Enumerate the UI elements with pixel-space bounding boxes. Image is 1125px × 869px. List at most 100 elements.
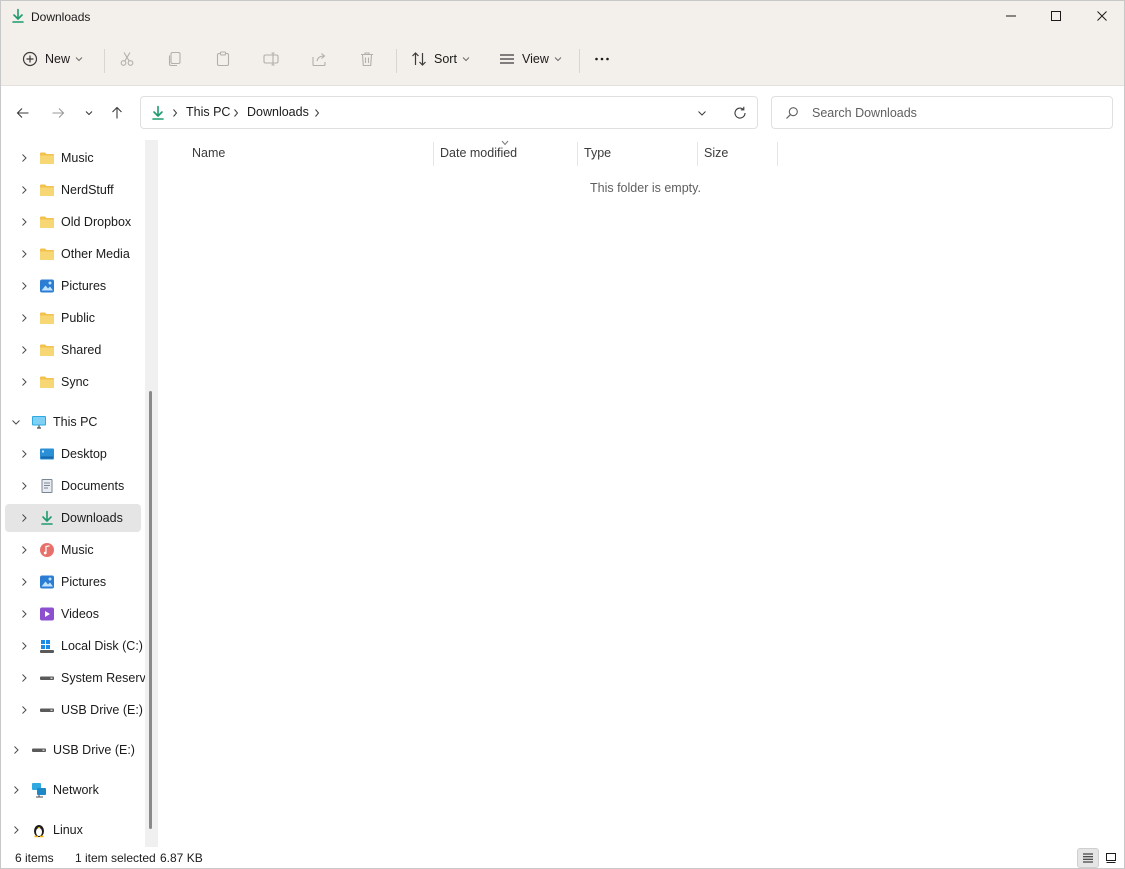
sidebar-item-videos[interactable]: Videos [5,600,141,628]
search-box [771,96,1113,129]
folder-icon [40,184,54,196]
cut-button[interactable] [118,44,136,74]
sidebar-item-pictures-pc[interactable]: Pictures [5,568,141,596]
sidebar-item-shared[interactable]: Shared [5,336,141,364]
more-options-button[interactable] [593,44,611,74]
chevron-right-icon[interactable] [19,249,29,259]
refresh-icon[interactable] [732,105,748,121]
sidebar-item-sync[interactable]: Sync [5,368,141,396]
sidebar-item-desktop[interactable]: Desktop [5,440,141,468]
details-view-button[interactable] [1077,848,1099,868]
address-bar[interactable]: This PC Downloads [140,96,758,129]
chevron-right-icon[interactable] [19,673,29,683]
search-input[interactable] [812,104,1102,122]
tiles-view-button[interactable] [1100,848,1122,868]
chevron-down-icon [462,57,470,62]
back-button[interactable] [11,101,35,125]
chevron-right-icon[interactable] [19,577,29,587]
more-icon [595,57,609,61]
music-icon [40,543,54,557]
column-header-date-modified[interactable]: Date modified [440,146,517,160]
up-button[interactable] [105,101,129,125]
rename-icon [263,52,279,66]
sidebar-item-music-pc[interactable]: Music [5,536,141,564]
chevron-right-icon[interactable] [19,185,29,195]
sidebar-item-usb-drive-e[interactable]: USB Drive (E:) [5,736,141,764]
sort-button[interactable]: Sort [410,44,470,74]
address-history-dropdown[interactable] [696,107,708,119]
documents-icon [41,479,53,493]
recent-locations-button[interactable] [77,101,101,125]
paste-icon [216,51,230,67]
copy-icon [168,51,181,67]
view-button[interactable]: View [498,44,562,74]
chevron-right-icon[interactable] [19,609,29,619]
close-icon [1097,11,1107,21]
column-header-type[interactable]: Type [584,146,611,160]
chevron-right-icon[interactable] [19,513,29,523]
sidebar-item-label: Local Disk (C:) [61,639,143,653]
delete-button[interactable] [358,44,376,74]
folder-icon [40,344,54,356]
sidebar-item-local-disk-c[interactable]: Local Disk (C:) [5,632,143,660]
column-divider[interactable] [577,142,578,166]
chevron-right-icon[interactable] [19,449,29,459]
column-header-name[interactable]: Name [192,146,225,160]
download-icon [41,510,53,525]
breadcrumb-this-pc[interactable]: This PC [186,105,230,119]
sidebar-item-network[interactable]: Network [5,776,141,804]
sidebar-item-documents[interactable]: Documents [5,472,141,500]
copy-button[interactable] [166,44,184,74]
rename-button[interactable] [262,44,280,74]
chevron-right-icon[interactable] [19,481,29,491]
chevron-down-icon[interactable] [11,417,21,427]
chevron-right-icon[interactable] [232,108,240,118]
file-list-pane[interactable]: Name Date modified Type Size This folder… [159,140,1124,847]
toolbar-divider [104,49,105,73]
share-button[interactable] [310,44,328,74]
sidebar-scrollbar-thumb[interactable] [149,391,152,829]
sidebar-item-label: Shared [61,343,102,357]
chevron-right-icon[interactable] [19,313,29,323]
minimize-button[interactable] [988,1,1034,31]
breadcrumb-downloads[interactable]: Downloads [247,105,309,119]
chevron-right-icon[interactable] [19,281,29,291]
sidebar-item-pictures[interactable]: Pictures [5,272,141,300]
chevron-right-icon[interactable] [19,345,29,355]
chevron-right-icon[interactable] [11,825,21,835]
chevron-right-icon[interactable] [19,641,29,651]
sidebar-item-linux[interactable]: Linux [5,816,141,844]
sidebar-item-other-media[interactable]: Other Media [5,240,141,268]
chevron-right-icon[interactable] [19,705,29,715]
sidebar-item-old-dropbox[interactable]: Old Dropbox [5,208,141,236]
column-divider[interactable] [777,142,778,166]
forward-button[interactable] [46,101,70,125]
sidebar-item-public[interactable]: Public [5,304,141,332]
arrow-left-icon [16,108,29,118]
chevron-right-icon[interactable] [19,377,29,387]
column-divider[interactable] [433,142,434,166]
chevron-right-icon[interactable] [313,108,321,118]
chevron-right-icon[interactable] [11,745,21,755]
chevron-right-icon[interactable] [19,153,29,163]
windows-drive-icon [40,640,54,653]
sidebar-item-usb-drive-e-pc[interactable]: USB Drive (E:) [5,696,143,724]
column-header-size[interactable]: Size [704,146,728,160]
sidebar-item-downloads[interactable]: Downloads [5,504,141,532]
chevron-right-icon[interactable] [19,217,29,227]
sidebar-item-system-reserved[interactable]: System Reserved [5,664,145,692]
sidebar-item-this-pc[interactable]: This PC [5,408,141,436]
chevron-right-icon[interactable] [11,785,21,795]
close-button[interactable] [1079,1,1124,31]
sidebar-item-nerdstuff[interactable]: NerdStuff [5,176,141,204]
sidebar-item-label: Documents [61,479,125,493]
sidebar-item-music[interactable]: Music [5,144,141,172]
column-divider[interactable] [697,142,698,166]
maximize-button[interactable] [1033,1,1079,31]
new-button[interactable]: New [21,44,83,74]
sidebar-item-label: Old Dropbox [61,215,132,229]
paste-button[interactable] [214,44,232,74]
desktop-icon [40,448,54,460]
chevron-right-icon [173,109,178,117]
chevron-right-icon[interactable] [19,545,29,555]
